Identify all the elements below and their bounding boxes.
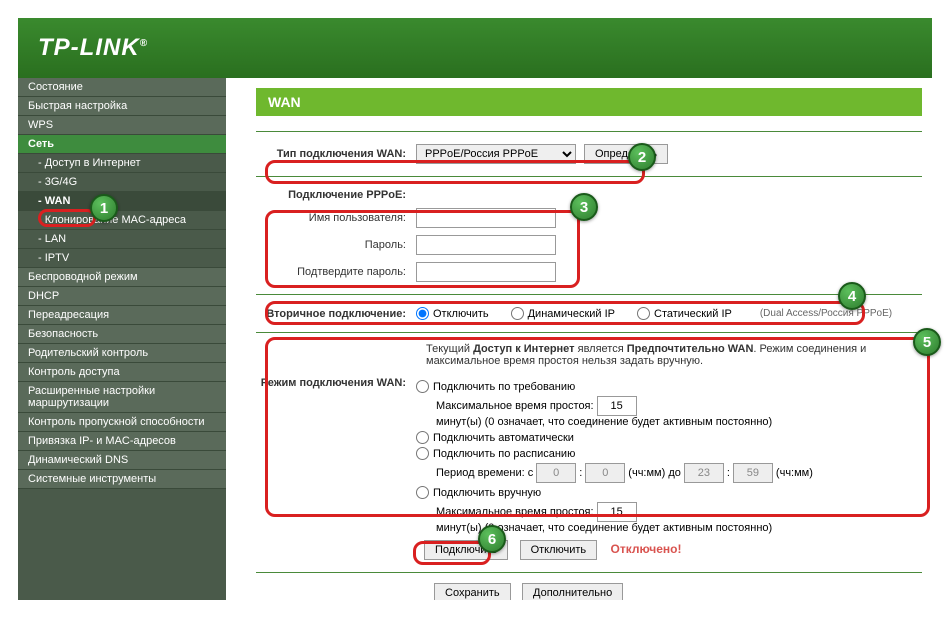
- sidebar-item-quick-setup[interactable]: Быстрая настройка: [18, 97, 226, 116]
- mode-demand-label: Подключить по требованию: [433, 381, 575, 393]
- sidebar-item-dhcp[interactable]: DHCP: [18, 287, 226, 306]
- mode-auto-radio[interactable]: [416, 431, 429, 444]
- sidebar-item-internet-access[interactable]: - Доступ в Интернет: [18, 154, 226, 173]
- idle-label-2: Максимальное время простоя:: [436, 506, 594, 518]
- save-button[interactable]: Сохранить: [434, 583, 511, 600]
- period-from-m: [585, 463, 625, 483]
- badge-2: 2: [628, 143, 656, 171]
- badge-4: 4: [838, 282, 866, 310]
- brand-logo: TP-LINK®: [38, 34, 148, 62]
- badge-3: 3: [570, 193, 598, 221]
- conn-type-label: Тип подключения WAN:: [256, 148, 416, 160]
- pppoe-header: Подключение PPPoE:: [256, 189, 416, 201]
- conn-type-select[interactable]: PPPoE/Россия PPPoE: [416, 144, 576, 164]
- mode-schedule-radio[interactable]: [416, 447, 429, 460]
- badge-6: 6: [478, 525, 506, 553]
- sidebar-item-mac-clone[interactable]: - Клонирование MAC-адреса: [18, 211, 226, 230]
- password-label: Пароль:: [256, 239, 416, 251]
- status-line: Текущий Доступ к Интернет является Предп…: [426, 343, 922, 367]
- sidebar-item-ip-mac[interactable]: Привязка IP- и MAC-адресов: [18, 432, 226, 451]
- mode-manual-radio[interactable]: [416, 486, 429, 499]
- disconnect-button[interactable]: Отключить: [520, 540, 598, 560]
- sidebar-item-network[interactable]: Сеть: [18, 135, 226, 154]
- sec-disable-label: Отключить: [433, 308, 489, 320]
- advanced-button[interactable]: Дополнительно: [522, 583, 623, 600]
- sidebar-item-security[interactable]: Безопасность: [18, 325, 226, 344]
- idle-unit-1: минут(ы) (0 означает, что соединение буд…: [436, 416, 772, 428]
- sidebar: Состояние Быстрая настройка WPS Сеть - Д…: [18, 78, 226, 600]
- sec-hint: (Dual Access/Россия PPPoE): [760, 308, 892, 319]
- sidebar-item-routing[interactable]: Расширенные настройки маршрутизации: [18, 382, 226, 413]
- sec-dynamic-radio[interactable]: [511, 307, 524, 320]
- idle-input-1[interactable]: [597, 396, 637, 416]
- mode-manual-label: Подключить вручную: [433, 487, 541, 499]
- page-title: WAN: [256, 88, 922, 116]
- secondary-label: Вторичное подключение:: [256, 308, 416, 320]
- mode-demand-radio[interactable]: [416, 380, 429, 393]
- sidebar-item-lan[interactable]: - LAN: [18, 230, 226, 249]
- confirm-password-input[interactable]: [416, 262, 556, 282]
- confirm-label: Подтвердите пароль:: [256, 266, 416, 278]
- period-mid: (чч:мм) до: [628, 467, 681, 479]
- username-input[interactable]: [416, 208, 556, 228]
- idle-input-2[interactable]: [597, 502, 637, 522]
- sidebar-item-access-control[interactable]: Контроль доступа: [18, 363, 226, 382]
- password-input[interactable]: [416, 235, 556, 255]
- sidebar-item-3g4g[interactable]: - 3G/4G: [18, 173, 226, 192]
- period-end: (чч:мм): [776, 467, 813, 479]
- sidebar-item-wan[interactable]: - WAN: [18, 192, 226, 211]
- sidebar-item-ddns[interactable]: Динамический DNS: [18, 451, 226, 470]
- sidebar-item-bandwidth[interactable]: Контроль пропускной способности: [18, 413, 226, 432]
- badge-1: 1: [90, 194, 118, 222]
- sec-disable-radio[interactable]: [416, 307, 429, 320]
- header: TP-LINK®: [18, 18, 932, 78]
- period-to-m: [733, 463, 773, 483]
- sidebar-item-wps[interactable]: WPS: [18, 116, 226, 135]
- mode-auto-label: Подключить автоматически: [433, 432, 574, 444]
- period-to-h: [684, 463, 724, 483]
- main-content: WAN Тип подключения WAN: PPPoE/Россия PP…: [226, 78, 932, 600]
- sidebar-item-iptv[interactable]: - IPTV: [18, 249, 226, 268]
- mode-schedule-label: Подключить по расписанию: [433, 448, 575, 460]
- period-from-h: [536, 463, 576, 483]
- period-label: Период времени: с: [436, 467, 533, 479]
- sidebar-item-forwarding[interactable]: Переадресация: [18, 306, 226, 325]
- sidebar-item-status[interactable]: Состояние: [18, 78, 226, 97]
- sec-dynamic-label: Динамический IP: [528, 308, 615, 320]
- sec-static-radio[interactable]: [637, 307, 650, 320]
- sidebar-item-wireless[interactable]: Беспроводной режим: [18, 268, 226, 287]
- sidebar-item-system-tools[interactable]: Системные инструменты: [18, 470, 226, 489]
- mode-label: Режим подключения WAN:: [256, 377, 416, 389]
- badge-5: 5: [913, 328, 941, 356]
- username-label: Имя пользователя:: [256, 212, 416, 224]
- idle-label-1: Максимальное время простоя:: [436, 400, 594, 412]
- status-disconnected: Отключено!: [611, 542, 682, 556]
- sec-static-label: Статический IP: [654, 308, 732, 320]
- sidebar-item-parental[interactable]: Родительский контроль: [18, 344, 226, 363]
